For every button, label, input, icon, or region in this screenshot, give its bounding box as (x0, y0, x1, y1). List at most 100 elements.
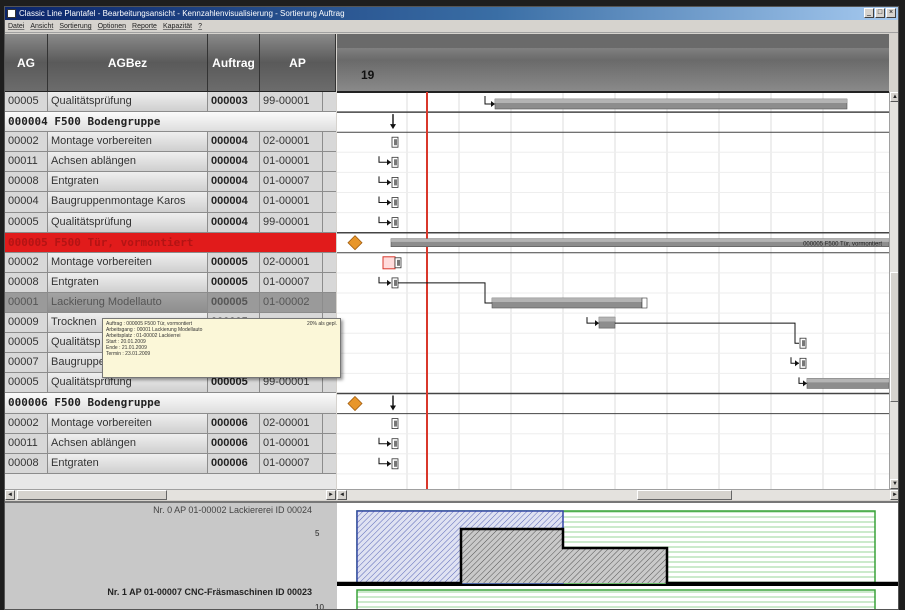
milestone-diamond (347, 235, 363, 251)
cell-auftrag: 000006 (208, 453, 260, 473)
menu-reporte[interactable]: Reporte (132, 20, 157, 32)
cell-auftrag: 000004 (208, 192, 260, 212)
task-fill (394, 420, 397, 427)
cell-agbez: Baugruppenmontage Karos (48, 192, 208, 212)
order-group-row[interactable]: 000006 F500 Bodengruppe (5, 393, 336, 414)
cell-ap: 02-00001 (260, 252, 323, 272)
menu-help[interactable]: ? (198, 20, 202, 32)
scroll-right-button[interactable]: ► (326, 490, 336, 500)
cell-ag: 00002 (5, 413, 48, 433)
menu-datei[interactable]: Datei (8, 20, 24, 32)
operations-table: AG AGBez Auftrag AP 00005 Qualitätsprüfun… (5, 34, 336, 489)
column-header-ap[interactable]: AP (260, 34, 336, 92)
cell-ap: 01-00001 (260, 433, 323, 453)
cell-status (323, 92, 336, 111)
cell-agbez: Qualitätsprüfung (48, 212, 208, 232)
scroll-left-button[interactable]: ◄ (5, 490, 15, 500)
cell-ag: 00005 (5, 92, 48, 112)
resource-label: Nr. 0 AP 01-00002 Lackiererei ID 00024 (153, 505, 312, 515)
cell-status (323, 172, 336, 191)
cell-auftrag: 000004 (208, 212, 260, 232)
order-group-row[interactable]: 000005 F500 Tür, vormontiert (5, 232, 336, 253)
tooltip-progress: 20% als gepl. (306, 321, 337, 327)
arrow-head (803, 380, 807, 387)
capacity-panel: Nr. 0 AP 01-00002 Lackiererei ID 00024 5… (5, 501, 898, 610)
cell-ap: 99-00001 (260, 92, 323, 112)
cell-ag: 00011 (5, 152, 48, 172)
gantt-chart[interactable]: 19 000005 F500 Tür, vormontiert (337, 34, 889, 489)
arrow-head (387, 440, 391, 447)
task-end-cap (641, 297, 648, 309)
operation-row[interactable]: 00002 Montage vorbereiten 000004 02-00001 (5, 132, 336, 153)
operation-row[interactable]: 00008 Entgraten 000004 01-00007 (5, 172, 336, 193)
order-bar-label: 000005 F500 Tür, vormontiert (803, 242, 882, 248)
cell-auftrag: 000006 (208, 433, 260, 453)
maximize-button[interactable]: □ (875, 8, 885, 18)
scroll-down-button[interactable]: ▼ (890, 479, 898, 489)
capacity-chart (337, 503, 898, 609)
table-body: 00005 Qualitätsprüfung 000003 99-00001 00000… (5, 92, 336, 474)
menu-sortierung[interactable]: Sortierung (59, 20, 91, 32)
cell-status (323, 132, 336, 151)
menu-ansicht[interactable]: Ansicht (30, 20, 53, 32)
scroll-thumb[interactable] (17, 490, 167, 500)
operation-row[interactable]: 00011 Achsen ablängen 000006 01-00001 (5, 433, 336, 454)
operation-row[interactable]: 00008 Entgraten 000006 01-00007 (5, 453, 336, 474)
operation-row[interactable]: 00004 Baugruppenmontage Karos 000004 01-000… (5, 192, 336, 213)
table-horizontal-scrollbar[interactable]: ◄ ► (5, 489, 336, 500)
arrow-head (390, 405, 396, 411)
scroll-thumb[interactable] (637, 490, 732, 500)
cell-agbez: Qualitätsprüfung (48, 92, 208, 112)
task-box-warning (382, 256, 396, 270)
scroll-thumb[interactable] (890, 272, 898, 402)
operation-row[interactable]: 00008 Entgraten 000005 01-00007 (5, 272, 336, 293)
operation-row[interactable]: 00005 Qualitätsprüfung 000003 99-00001 (5, 92, 336, 113)
close-button[interactable]: × (886, 8, 896, 18)
scroll-right-button[interactable]: ► (890, 490, 898, 500)
cell-ap: 01-00007 (260, 272, 323, 292)
operation-row[interactable]: 00001 Lackierung Modellauto 000005 01-00002 (5, 292, 336, 314)
cell-auftrag: 000005 (208, 252, 260, 272)
task-bar-shine (495, 99, 847, 103)
operation-row[interactable]: 00002 Montage vorbereiten 000006 02-00001 (5, 413, 336, 434)
menu-optionen[interactable]: Optionen (98, 20, 126, 32)
task-fill (397, 259, 400, 266)
column-header-ag[interactable]: AG (5, 34, 48, 92)
minimize-button[interactable]: _ (864, 8, 874, 18)
column-header-auftrag[interactable]: Auftrag (208, 34, 260, 92)
cell-ag: 00011 (5, 433, 48, 453)
dependency-arrow (484, 96, 495, 105)
arrow-head (387, 219, 391, 226)
cell-ap: 01-00001 (260, 152, 323, 172)
scroll-left-button[interactable]: ◄ (337, 490, 347, 500)
scroll-up-button[interactable]: ▲ (890, 92, 898, 102)
gantt-horizontal-scrollbar[interactable]: ◄ ► (337, 489, 898, 500)
capacity-tick-label: 10 (315, 603, 324, 610)
cell-ap: 01-00002 (260, 292, 323, 313)
cell-ag: 00005 (5, 333, 48, 353)
task-fill (394, 159, 397, 166)
gantt-vertical-scrollbar[interactable]: ▲ ▼ (889, 92, 898, 489)
arrow-head (595, 320, 599, 327)
operation-row[interactable]: 00011 Achsen ablängen 000004 01-00001 (5, 152, 336, 173)
table-header: AG AGBez Auftrag AP (5, 34, 336, 92)
application-window: Classic Line Plantafel - Bearbeitungsans… (4, 6, 899, 610)
cell-ag: 00002 (5, 132, 48, 152)
operation-row[interactable]: 00005 Qualitätsprüfung 000004 99-00001 (5, 212, 336, 233)
window-controls: _ □ × (864, 8, 896, 18)
cell-ag: 00008 (5, 172, 48, 192)
cell-status (323, 292, 336, 313)
cell-agbez: Entgraten (48, 172, 208, 192)
operation-row[interactable]: 00002 Montage vorbereiten 000005 02-00001 (5, 252, 336, 273)
column-header-agbez[interactable]: AGBez (48, 34, 208, 92)
tooltip-line: Termin : 23.01.2009 (106, 351, 151, 357)
operation-tooltip: Auftrag : 000005 F500 Tür, vormontiert Ar… (102, 318, 341, 378)
arrow-head (795, 360, 799, 367)
gantt-canvas[interactable]: 000005 F500 Tür, vormontiert (337, 34, 889, 489)
order-group-row[interactable]: 000004 F500 Bodengruppe (5, 112, 336, 133)
menu-kapazitaet[interactable]: Kapazität (163, 20, 192, 32)
cell-ag: 00009 (5, 313, 48, 333)
arrow-head (387, 179, 391, 186)
cell-agbez: Montage vorbereiten (48, 132, 208, 152)
window-title: Classic Line Plantafel - Bearbeitungsans… (19, 9, 345, 18)
